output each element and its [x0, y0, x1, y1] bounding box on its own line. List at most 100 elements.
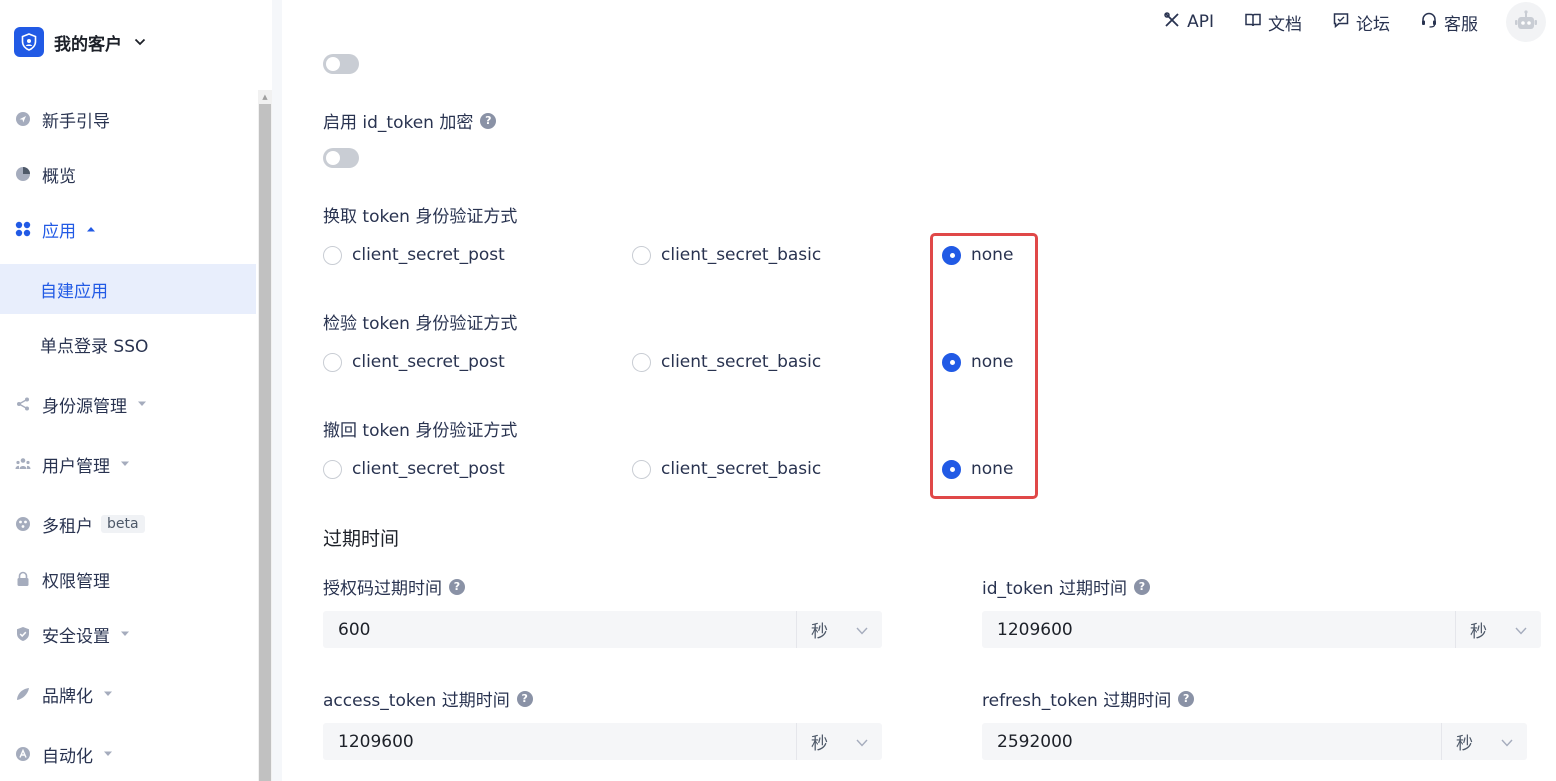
refresh-token-expiry-label: refresh_token 过期时间 ? — [982, 686, 1195, 711]
app-switcher[interactable]: 我的客户 — [14, 26, 146, 58]
radio-label: client_secret_basic — [661, 245, 822, 265]
sidebar-item-label: 权限管理 — [42, 571, 110, 592]
sidebar-item-label: 新手引导 — [42, 111, 110, 132]
help-icon[interactable]: ? — [1178, 690, 1195, 707]
shield-logo-icon — [14, 27, 44, 57]
access-token-expiry-input[interactable] — [323, 723, 793, 760]
sidebar-item-sso[interactable]: 单点登录 SSO — [0, 319, 256, 369]
auth-code-expiry-unit-select[interactable]: 秒 — [796, 611, 882, 648]
token-introspect-option-client-secret-post[interactable]: client_secret_post — [323, 352, 505, 372]
id-token-expiry-field: 秒 — [982, 611, 1541, 648]
chevron-down-icon — [134, 35, 146, 49]
radio-label: client_secret_basic — [661, 459, 822, 479]
radio-circle-checked — [942, 352, 961, 372]
sidebar-item-branding[interactable]: 品牌化 — [0, 669, 256, 719]
lock-icon — [14, 570, 32, 588]
chevron-down-icon — [1515, 620, 1527, 640]
sidebar-item-users[interactable]: 用户管理 — [0, 439, 256, 489]
radio-circle — [323, 352, 342, 372]
auth-code-expiry-input[interactable] — [323, 611, 793, 648]
refresh-token-expiry-field: 秒 — [982, 723, 1527, 760]
share-icon — [14, 395, 32, 413]
sidebar-item-label: 单点登录 SSO — [40, 336, 149, 357]
chevron-down-icon — [1501, 732, 1513, 752]
sidebar-item-multi-tenant[interactable]: 多租户 beta — [0, 499, 256, 549]
unit-label: 秒 — [1470, 622, 1487, 642]
radio-label: none — [971, 459, 1014, 479]
radio-label: client_secret_post — [352, 245, 505, 265]
sidebar-item-apps[interactable]: 应用 — [0, 204, 256, 254]
auth-code-expiry-label-text: 授权码过期时间 — [323, 579, 442, 599]
access-token-expiry-label: access_token 过期时间 ? — [323, 686, 533, 711]
radio-circle — [632, 352, 651, 372]
sidebar-item-label: 安全设置 — [42, 626, 110, 647]
sidebar-item-label: 概览 — [42, 166, 76, 187]
id-token-encrypt-toggle[interactable] — [323, 148, 359, 168]
sidebar-item-label: 多租户 — [42, 516, 93, 537]
users-icon — [14, 455, 32, 473]
token-revoke-option-none[interactable]: none — [942, 459, 1013, 479]
radio-label: none — [971, 352, 1014, 372]
chevron-down-icon — [856, 732, 868, 752]
radio-circle — [323, 459, 342, 479]
sidebar-item-label: 应用 — [42, 221, 76, 242]
refresh-token-expiry-unit-select[interactable]: 秒 — [1441, 723, 1527, 760]
id-token-encrypt-label-text: 启用 id_token 加密 — [323, 113, 474, 133]
caret-up-icon — [86, 224, 96, 235]
token-revoke-option-client-secret-basic[interactable]: client_secret_basic — [632, 459, 821, 479]
sidebar-item-label: 自动化 — [42, 746, 93, 767]
help-icon[interactable]: ? — [1133, 578, 1150, 595]
caret-down-icon — [120, 629, 130, 640]
sidebar-scrollbar-thumb[interactable] — [259, 104, 271, 781]
sidebar-item-identity-sources[interactable]: 身份源管理 — [0, 379, 256, 429]
help-icon[interactable]: ? — [480, 112, 497, 129]
token-exchange-auth-label: 换取 token 身份验证方式 — [323, 207, 518, 227]
radio-circle — [323, 245, 342, 265]
sidebar-item-permissions[interactable]: 权限管理 — [0, 554, 256, 604]
token-revoke-auth-label: 撤回 token 身份验证方式 — [323, 421, 518, 441]
id-token-expiry-input[interactable] — [982, 611, 1452, 648]
sidebar-divider — [272, 0, 282, 781]
token-revoke-option-client-secret-post[interactable]: client_secret_post — [323, 459, 505, 479]
sidebar-item-custom-apps[interactable]: 自建应用 — [0, 264, 256, 314]
radio-label: client_secret_post — [352, 352, 505, 372]
radio-label: client_secret_basic — [661, 352, 822, 372]
caret-down-icon — [137, 399, 147, 410]
token-introspect-option-none[interactable]: none — [942, 352, 1013, 372]
expiry-section-title: 过期时间 — [323, 528, 400, 550]
access-token-expiry-label-text: access_token 过期时间 — [323, 691, 510, 711]
apps-icon — [14, 220, 32, 238]
token-introspect-option-client-secret-basic[interactable]: client_secret_basic — [632, 352, 821, 372]
id-token-expiry-label-text: id_token 过期时间 — [982, 579, 1127, 599]
caret-down-icon — [120, 459, 130, 470]
unit-label: 秒 — [811, 734, 828, 754]
sidebar-item-onboarding[interactable]: 新手引导 — [0, 94, 256, 144]
scroll-up-arrow-icon[interactable]: ▲ — [259, 90, 271, 104]
tenant-icon — [14, 515, 32, 533]
sidebar-item-automation[interactable]: 自动化 — [0, 729, 256, 779]
id-token-expiry-label: id_token 过期时间 ? — [982, 574, 1150, 599]
radio-label: none — [971, 245, 1014, 265]
token-exchange-option-client-secret-post[interactable]: client_secret_post — [323, 245, 505, 265]
automation-icon — [14, 745, 32, 763]
id-token-expiry-unit-select[interactable]: 秒 — [1455, 611, 1541, 648]
sidebar: 我的客户 新手引导 概览 应用 自建应用 单点登录 SSO 身份源管理 用户管理… — [0, 0, 258, 781]
help-icon[interactable]: ? — [516, 690, 533, 707]
access-token-expiry-field: 秒 — [323, 723, 882, 760]
access-token-expiry-unit-select[interactable]: 秒 — [796, 723, 882, 760]
sidebar-item-label: 身份源管理 — [42, 396, 127, 417]
sidebar-item-label: 用户管理 — [42, 456, 110, 477]
shield-check-icon — [14, 625, 32, 643]
help-icon[interactable]: ? — [449, 578, 465, 595]
beta-badge: beta — [101, 515, 145, 533]
token-exchange-option-none[interactable]: none — [942, 245, 1013, 265]
radio-circle — [632, 459, 651, 479]
auth-code-expiry-label: 授权码过期时间 ? — [323, 574, 465, 599]
sidebar-item-security[interactable]: 安全设置 — [0, 609, 256, 659]
token-exchange-option-client-secret-basic[interactable]: client_secret_basic — [632, 245, 821, 265]
sidebar-item-overview[interactable]: 概览 — [0, 149, 256, 199]
refresh-token-expiry-input[interactable] — [982, 723, 1438, 760]
id-token-encrypt-label: 启用 id_token 加密 ? — [323, 108, 497, 133]
previous-setting-toggle[interactable] — [323, 54, 359, 74]
caret-down-icon — [103, 689, 113, 700]
